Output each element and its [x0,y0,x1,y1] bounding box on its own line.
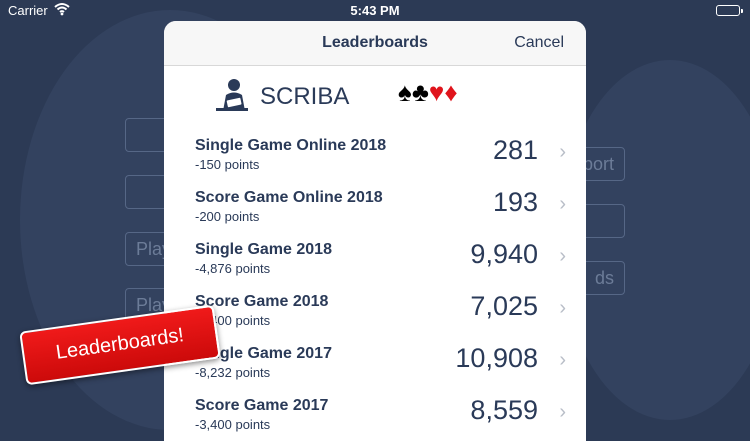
ribbon-label: Leaderboards! [54,324,186,364]
chevron-right-icon: › [559,193,566,215]
leaderboard-points: -200 points [195,209,260,224]
leaderboard-score: 7,025 [470,291,538,321]
status-bar: Carrier 5:43 PM [0,0,750,22]
leaderboard-row[interactable]: Score Game 2018 -1,400 points 7,025 › [164,287,586,339]
diamond-icon: ♦ [444,77,458,107]
battery-icon [716,5,743,16]
club-icon: ♣ [411,77,429,107]
status-time: 5:43 PM [350,3,400,18]
leaderboard-row[interactable]: Single Game 2018 -4,876 points 9,940 › [164,235,586,287]
leaderboard-points: -150 points [195,157,260,172]
chevron-right-icon: › [559,297,566,319]
leaderboard-score: 10,908 [455,343,538,373]
leaderboard-row[interactable]: Single Game 2017 -8,232 points 10,908 › [164,339,586,391]
leaderboard-row[interactable]: Score Game 2017 -3,400 points 8,559 › [164,391,586,441]
leaderboard-score: 193 [492,187,538,217]
leaderboard-score: 9,940 [470,239,538,269]
leaderboard-points: -8,232 points [195,365,271,380]
leaderboard-title: Score Game 2017 [195,397,329,414]
leaderboard-row[interactable]: Single Game Online 2018 -150 points 281 … [164,131,586,183]
player-name: SCRIBA [260,83,350,110]
leaderboard-points: -3,400 points [195,417,271,432]
suits-group: ♠♣♥♦ [398,77,458,108]
background-shape [560,60,750,420]
chevron-right-icon: › [559,245,566,267]
leaderboard-title: Score Game Online 2018 [195,189,383,206]
leaderboard-score: 281 [492,135,538,165]
chevron-right-icon: › [559,141,566,163]
leaderboard-row[interactable]: Score Game Online 2018 -200 points 193 › [164,183,586,235]
spade-icon: ♠ [398,77,412,107]
leaderboard-title: Single Game 2018 [195,241,332,258]
navigation-bar: Leaderboards Cancel [164,21,586,66]
heart-icon: ♥ [428,77,445,107]
cancel-button[interactable]: Cancel [514,34,564,52]
leaderboard-points: -4,876 points [195,261,271,276]
leaderboard-score: 8,559 [470,395,538,425]
chevron-right-icon: › [559,401,566,423]
player-avatar-icon [214,77,250,118]
leaderboards-sheet: Leaderboards Cancel SCRIBA ♠♣♥♦ Single G… [164,21,586,441]
leaderboard-title: Score Game 2018 [195,293,329,310]
leaderboard-title: Single Game Online 2018 [195,137,387,154]
chevron-right-icon: › [559,349,566,371]
